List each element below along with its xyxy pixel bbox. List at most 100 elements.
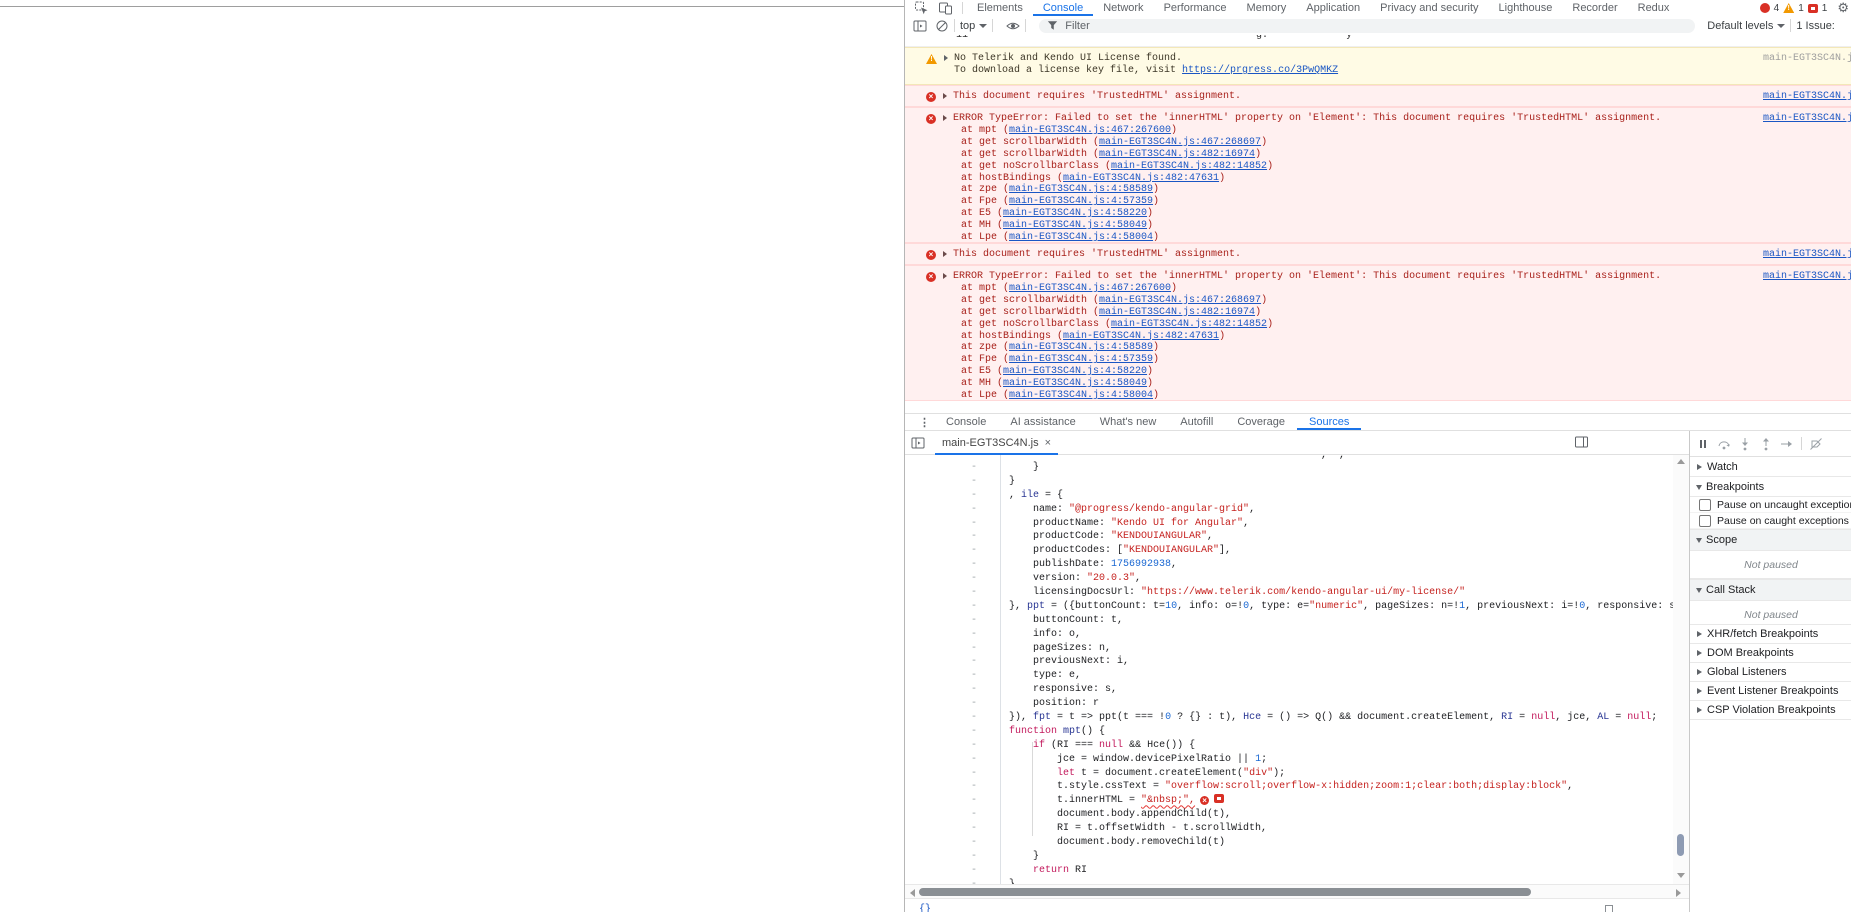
breakpoint-gutter-mark[interactable]: -: [905, 503, 977, 517]
stack-frame-link[interactable]: main-EGT3SC4N.js:4:58220: [1003, 208, 1147, 219]
debugger-sidebar-toggle-icon[interactable]: [1574, 435, 1589, 449]
console-error-stack-row[interactable]: × ERROR TypeError: Failed to set the 'inn…: [905, 265, 1851, 401]
license-link[interactable]: https://prgress.co/3PwQMKZ: [1182, 65, 1338, 76]
tab-recorder[interactable]: Recorder: [1562, 0, 1627, 16]
expand-arrow-icon[interactable]: [943, 93, 947, 99]
vertical-scroll-thumb[interactable]: [1677, 834, 1684, 856]
live-expression-eye-icon[interactable]: [1006, 19, 1021, 33]
drawer-tab-console[interactable]: Console: [934, 414, 998, 430]
pretty-print-button[interactable]: {}: [919, 904, 931, 912]
breakpoint-gutter-mark[interactable]: -: [905, 808, 977, 822]
tab-elements[interactable]: Elements: [967, 0, 1033, 16]
breakpoint-gutter-mark[interactable]: -: [905, 725, 977, 739]
step-out-icon[interactable]: [1759, 437, 1773, 451]
navigator-toggle-icon[interactable]: [911, 436, 925, 450]
breakpoint-gutter-mark[interactable]: -: [905, 683, 977, 697]
breakpoint-gutter-mark[interactable]: -: [905, 669, 977, 683]
source-location-link[interactable]: main-EGT3SC4N.js: [1763, 113, 1851, 125]
tab-redux[interactable]: Redux: [1628, 0, 1680, 16]
drawer-tab-what-s-new[interactable]: What's new: [1088, 414, 1169, 430]
breakpoint-gutter-mark[interactable]: -: [905, 475, 977, 489]
stack-frame-link[interactable]: main-EGT3SC4N.js:482:16974: [1099, 149, 1255, 160]
section-dom-breakpoints[interactable]: DOM Breakpoints: [1690, 644, 1851, 663]
stack-frame-link[interactable]: main-EGT3SC4N.js:4:58049: [1003, 220, 1147, 231]
section-xhr-fetch-breakpoints[interactable]: XHR/fetch Breakpoints: [1690, 625, 1851, 644]
breakpoint-gutter-mark[interactable]: -: [905, 530, 977, 544]
stack-frame-link[interactable]: main-EGT3SC4N.js:482:16974: [1099, 307, 1255, 318]
scroll-right-arrow[interactable]: [1676, 889, 1681, 897]
stack-frame-link[interactable]: main-EGT3SC4N.js:482:47631: [1063, 173, 1219, 184]
stack-frame-link[interactable]: main-EGT3SC4N.js:467:267600: [1009, 125, 1171, 136]
source-location-link[interactable]: main-EGT3SC4N.j: [1763, 271, 1851, 283]
checkbox[interactable]: [1699, 498, 1711, 511]
device-toolbar-icon[interactable]: [938, 1, 953, 15]
breakpoint-gutter-mark[interactable]: -: [905, 780, 977, 794]
stack-frame-link[interactable]: main-EGT3SC4N.js:4:58049: [1003, 378, 1147, 389]
warning-badge-icon[interactable]: !: [1783, 3, 1795, 13]
breakpoint-gutter-mark[interactable]: -: [905, 753, 977, 767]
console-error-row[interactable]: × This document requires 'TrustedHTML' as…: [905, 85, 1851, 107]
clear-console-icon[interactable]: [935, 19, 949, 33]
stack-frame-link[interactable]: main-EGT3SC4N.js:482:47631: [1063, 331, 1219, 342]
file-tab-main-js[interactable]: main-EGT3SC4N.js ×: [935, 431, 1058, 455]
expand-arrow-icon[interactable]: [943, 115, 947, 121]
issues-counter[interactable]: 1 Issue:: [1796, 20, 1835, 32]
stack-frame-link[interactable]: main-EGT3SC4N.js:467:267600: [1009, 283, 1171, 294]
section-csp-violation-breakpoints[interactable]: CSP Violation Breakpoints: [1690, 701, 1851, 720]
breakpoint-gutter-mark[interactable]: -: [905, 461, 977, 475]
console-error-row[interactable]: × This document requires 'TrustedHTML' as…: [905, 243, 1851, 265]
stack-frame-link[interactable]: main-EGT3SC4N.js:4:58004: [1009, 390, 1153, 400]
source-location-link[interactable]: main-EGT3SC4N.js:: [1763, 91, 1851, 103]
breakpoint-gutter-mark[interactable]: -: [905, 586, 977, 600]
stack-frame-link[interactable]: main-EGT3SC4N.js:4:58220: [1003, 366, 1147, 377]
horizontal-scroll-thumb[interactable]: [919, 888, 1531, 896]
breakpoint-gutter-mark[interactable]: -: [905, 711, 977, 725]
tab-lighthouse[interactable]: Lighthouse: [1489, 0, 1563, 16]
drawer-tab-coverage[interactable]: Coverage: [1225, 414, 1297, 430]
breakpoint-gutter-mark[interactable]: -: [905, 864, 977, 878]
breakpoint-gutter-mark[interactable]: -: [905, 614, 977, 628]
breakpoint-gutter-mark[interactable]: -: [905, 822, 977, 836]
stack-frame-link[interactable]: main-EGT3SC4N.js:467:268697: [1099, 137, 1261, 148]
checkbox-row-pause-on-caught-exceptions[interactable]: Pause on caught exceptions: [1690, 513, 1851, 529]
stack-frame-link[interactable]: main-EGT3SC4N.js:4:58004: [1009, 232, 1153, 242]
checkbox-row-pause-on-uncaught-exceptions[interactable]: Pause on uncaught exceptions: [1690, 497, 1851, 513]
step-over-icon[interactable]: [1717, 437, 1731, 451]
expand-arrow-icon[interactable]: [943, 273, 947, 279]
scroll-up-arrow[interactable]: [1677, 459, 1685, 464]
console-sidebar-toggle-icon[interactable]: [913, 19, 927, 33]
error-badge-icon[interactable]: [1759, 3, 1770, 13]
breakpoint-gutter-mark[interactable]: -: [905, 628, 977, 642]
inspect-element-icon[interactable]: [914, 1, 929, 15]
step-icon[interactable]: [1780, 437, 1794, 451]
step-into-icon[interactable]: [1738, 437, 1752, 451]
breakpoint-gutter-mark[interactable]: -: [905, 767, 977, 781]
editor-horizontal-scrollbar[interactable]: [905, 884, 1689, 898]
breakpoint-gutter-mark[interactable]: -: [905, 489, 977, 503]
drawer-tab-ai-assistance[interactable]: AI assistance: [998, 414, 1087, 430]
close-icon[interactable]: ×: [1045, 437, 1051, 449]
editor-vertical-scrollbar[interactable]: [1673, 455, 1689, 884]
drawer-tab-autofill[interactable]: Autofill: [1168, 414, 1225, 430]
breakpoint-gutter-mark[interactable]: -: [905, 850, 977, 864]
breakpoint-gutter-mark[interactable]: -: [905, 517, 977, 531]
scroll-left-arrow[interactable]: [910, 889, 915, 897]
settings-gear-icon[interactable]: ⚙: [1837, 0, 1849, 16]
stack-frame-link[interactable]: main-EGT3SC4N.js:4:58589: [1009, 342, 1153, 353]
breakpoint-gutter-mark[interactable]: -: [905, 836, 977, 850]
context-selector[interactable]: top: [960, 20, 975, 32]
tab-application[interactable]: Application: [1296, 0, 1370, 16]
code-editor[interactable]: ", ", - } -} -, ile = {- name: "@progress/…: [905, 455, 1673, 884]
tab-performance[interactable]: Performance: [1154, 0, 1237, 16]
breakpoint-gutter-mark[interactable]: -: [905, 697, 977, 711]
section-watch[interactable]: Watch: [1690, 457, 1851, 477]
section-scope[interactable]: Scope: [1690, 529, 1851, 551]
breakpoint-gutter-mark[interactable]: -: [905, 572, 977, 586]
stack-frame-link[interactable]: main-EGT3SC4N.js:4:58589: [1009, 184, 1153, 195]
stack-frame-link[interactable]: main-EGT3SC4N.js:4:57359: [1009, 196, 1153, 207]
breakpoint-gutter-mark[interactable]: -: [905, 794, 977, 808]
stack-frame-link[interactable]: main-EGT3SC4N.js:467:268697: [1099, 295, 1261, 306]
expand-arrow-icon[interactable]: [943, 251, 947, 257]
pause-icon[interactable]: [1696, 437, 1710, 451]
breakpoint-gutter-mark[interactable]: -: [905, 558, 977, 572]
